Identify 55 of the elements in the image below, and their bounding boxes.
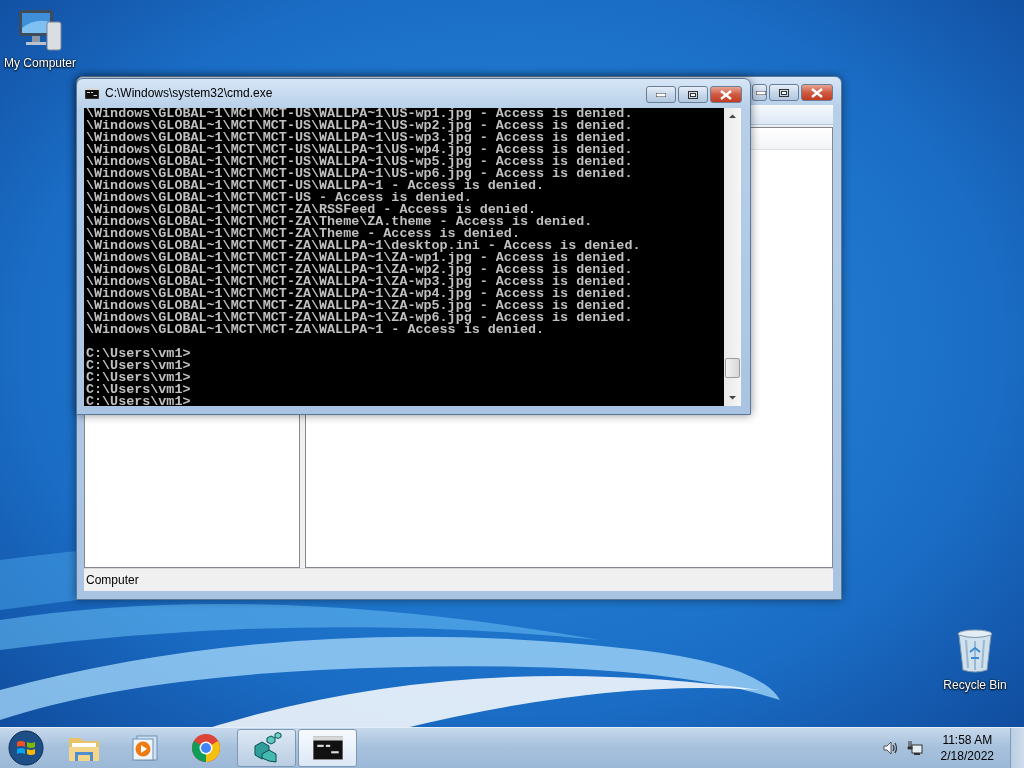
scrollbar[interactable] — [724, 108, 741, 406]
volume-icon[interactable] — [882, 741, 899, 755]
scroll-thumb[interactable] — [725, 358, 740, 378]
close-button[interactable] — [710, 86, 742, 103]
network-icon[interactable] — [906, 740, 923, 756]
console-line: \Windows\GLOBAL~1\MCT\MCT-US\WALLPA~1\US-wp3.jpg - Access is denied. — [86, 132, 634, 144]
maximize-icon — [779, 88, 789, 97]
console-line: \Windows\GLOBAL~1\MCT\MCT-ZA\Theme - Access is denied. — [86, 228, 520, 240]
minimize-button[interactable] — [752, 84, 767, 101]
console-line: \Windows\GLOBAL~1\MCT\MCT-ZA\WALLPA~1 - Access is denied. — [86, 324, 546, 336]
console-line: \Windows\GLOBAL~1\MCT\MCT-US\WALLPA~1\US-wp4.jpg - Access is denied. — [86, 144, 634, 156]
console-line: \Windows\GLOBAL~1\MCT\MCT-ZA\RSSFeed - Access is denied. — [86, 204, 536, 216]
maximize-button[interactable] — [678, 86, 708, 103]
start-button[interactable] — [6, 728, 46, 768]
console-line: \Windows\GLOBAL~1\MCT\MCT-ZA\WALLPA~1\ZA-wp3.jpg - Access is denied. — [86, 276, 634, 288]
close-icon — [720, 89, 732, 100]
minimize-button[interactable] — [646, 86, 676, 103]
close-icon — [811, 87, 823, 98]
maximize-icon — [688, 90, 698, 99]
console-line: \Windows\GLOBAL~1\MCT\MCT-US\WALLPA~1\US-wp1.jpg - Access is denied. — [86, 108, 634, 120]
console-line: \Windows\GLOBAL~1\MCT\MCT-US\WALLPA~1\US-wp5.jpg - Access is denied. — [86, 156, 634, 168]
terminal-icon — [85, 87, 99, 99]
minimize-icon — [756, 90, 766, 95]
console-prompt: C:\Users\vm1> — [86, 372, 192, 384]
console-prompt: C:\Users\vm1> — [86, 384, 192, 396]
taskbar-button[interactable] — [298, 729, 357, 767]
desktop-icon-label[interactable]: Recycle Bin — [943, 678, 1007, 692]
console-line: \Windows\GLOBAL~1\MCT\MCT-US\WALLPA~1\US-wp2.jpg - Access is denied. — [86, 120, 634, 132]
start-orb-icon — [8, 730, 44, 766]
console-line: \Windows\GLOBAL~1\MCT\MCT-US\WALLPA~1 - Access is denied. — [86, 180, 546, 192]
console-line: \Windows\GLOBAL~1\MCT\MCT-ZA\WALLPA~1\ZA-wp6.jpg - Access is denied. — [86, 312, 634, 324]
console-line: \Windows\GLOBAL~1\MCT\MCT-ZA\WALLPA~1\ZA-wp1.jpg - Access is denied. — [86, 252, 634, 264]
console-line: \Windows\GLOBAL~1\MCT\MCT-US - Access is denied. — [86, 192, 473, 204]
console-line: \Windows\GLOBAL~1\MCT\MCT-ZA\WALLPA~1\desktop.ini - Access is denied. — [86, 240, 642, 252]
window-title: C:\Windows\system32\cmd.exe — [105, 86, 274, 100]
console-prompt: C:\Users\vm1> — [86, 360, 192, 372]
terminal-icon — [312, 736, 343, 760]
status-text: Computer — [86, 573, 139, 587]
minimize-icon — [656, 92, 666, 97]
browser-icon — [190, 733, 221, 763]
console-line: \Windows\GLOBAL~1\MCT\MCT-ZA\WALLPA~1\ZA-wp5.jpg - Access is denied. — [86, 300, 634, 312]
clock-date[interactable]: 2/18/2022 — [940, 748, 994, 764]
console-line: \Windows\GLOBAL~1\MCT\MCT-US\WALLPA~1\US-wp6.jpg - Access is denied. — [86, 168, 634, 180]
maximize-button[interactable] — [769, 84, 799, 101]
clock-time[interactable]: 11:58 AM — [942, 732, 993, 748]
console-line: \Windows\GLOBAL~1\MCT\MCT-ZA\WALLPA~1\ZA-wp4.jpg - Access is denied. — [86, 288, 634, 300]
computer-icon — [17, 8, 63, 52]
close-button[interactable] — [801, 84, 833, 101]
console-prompt: C:\Users\vm1> — [86, 396, 192, 406]
play-icon — [130, 734, 159, 762]
trash-icon — [956, 628, 994, 674]
console-line: \Windows\GLOBAL~1\MCT\MCT-ZA\Theme\ZA.theme - Access is denied. — [86, 216, 594, 228]
console-line: \Windows\GLOBAL~1\MCT\MCT-ZA\WALLPA~1\ZA-wp2.jpg - Access is denied. — [86, 264, 634, 276]
console-prompt: C:\Users\vm1> — [86, 348, 192, 360]
desktop-icon-label[interactable]: My Computer — [4, 56, 76, 70]
